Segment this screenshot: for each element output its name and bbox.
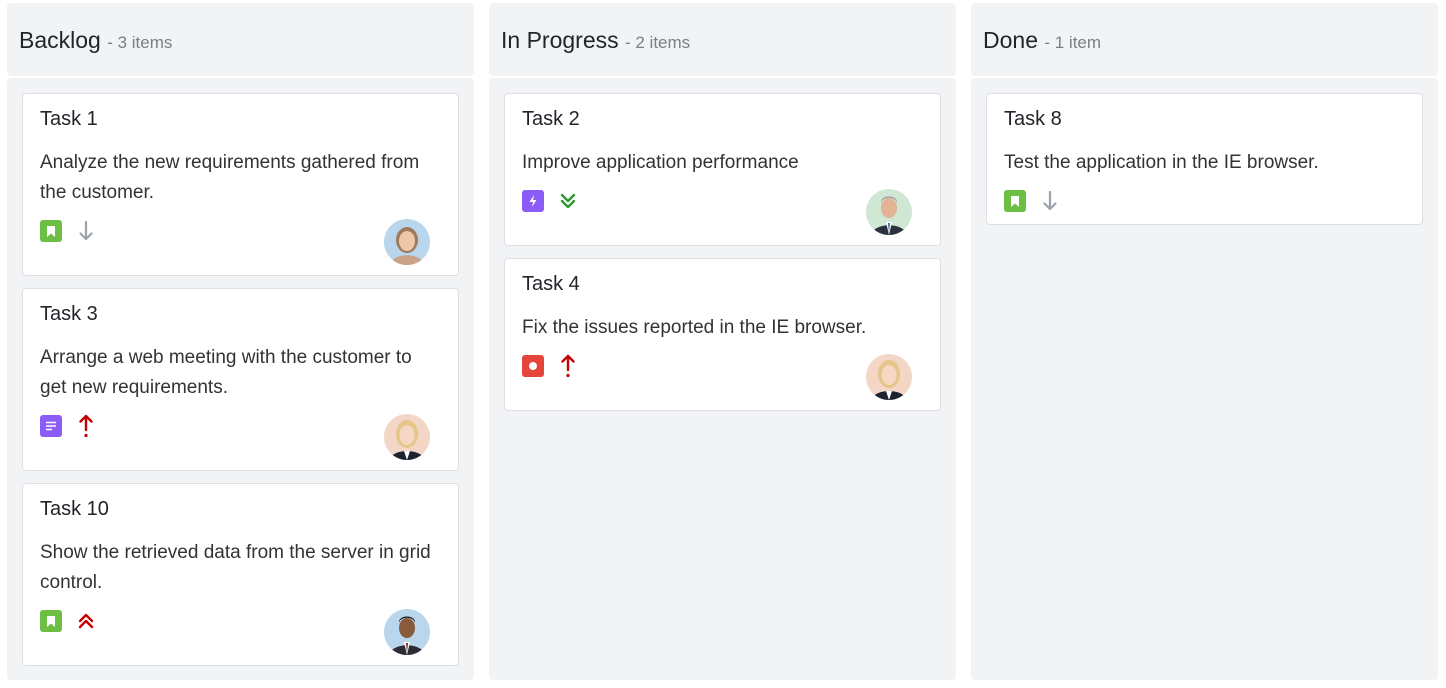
column-header-done[interactable]: Done - 1 item bbox=[971, 3, 1438, 76]
woman-avatar bbox=[384, 219, 430, 265]
older-man-avatar bbox=[866, 189, 912, 235]
story-icon bbox=[40, 220, 62, 242]
card-description: Arrange a web meeting with the customer … bbox=[40, 347, 412, 398]
blonde-woman-avatar bbox=[866, 354, 912, 400]
card-description: Fix the issues reported in the IE browse… bbox=[522, 317, 867, 338]
column-in-progress: Task 2 Improve application performance T… bbox=[489, 78, 956, 680]
card-task-4[interactable]: Task 4 Fix the issues reported in the IE… bbox=[504, 258, 941, 411]
card-description: Test the application in the IE browser. bbox=[1004, 152, 1319, 173]
card-task-10[interactable]: Task 10 Show the retrieved data from the… bbox=[22, 483, 459, 666]
column-header-in-progress[interactable]: In Progress - 2 items bbox=[489, 3, 956, 76]
card-title: Task 2 bbox=[522, 108, 580, 130]
column-item-count: - 1 item bbox=[1044, 33, 1102, 52]
story-icon bbox=[40, 610, 62, 632]
column-backlog: Task 1 Analyze the new requirements gath… bbox=[7, 78, 474, 680]
lowest-priority-chevrons-icon bbox=[558, 189, 578, 213]
bug-icon bbox=[522, 355, 544, 377]
column-header-backlog[interactable]: Backlog - 3 items bbox=[7, 3, 474, 76]
card-title: Task 10 bbox=[40, 498, 109, 520]
card-title: Task 1 bbox=[40, 108, 98, 130]
card-title: Task 3 bbox=[40, 303, 98, 325]
story-icon bbox=[1004, 190, 1026, 212]
card-description: Show the retrieved data from the server … bbox=[40, 542, 431, 593]
column-name: In Progress bbox=[501, 27, 619, 53]
card-task-8[interactable]: Task 8 Test the application in the IE br… bbox=[986, 93, 1423, 225]
critical-priority-chevrons-icon bbox=[76, 609, 96, 633]
card-description: Analyze the new requirements gathered fr… bbox=[40, 152, 420, 203]
task-icon bbox=[40, 415, 62, 437]
blonde-woman-avatar bbox=[384, 414, 430, 460]
man-avatar bbox=[384, 609, 430, 655]
card-title: Task 4 bbox=[522, 273, 580, 295]
column-name: Done bbox=[983, 27, 1038, 53]
card-task-3[interactable]: Task 3 Arrange a web meeting with the cu… bbox=[22, 288, 459, 471]
card-title: Task 8 bbox=[1004, 108, 1062, 130]
column-title: Backlog - 3 items bbox=[19, 27, 172, 54]
column-item-count: - 3 items bbox=[107, 33, 173, 52]
kanban-board: Backlog - 3 items Task 1 Analyze the new… bbox=[0, 0, 1446, 688]
column-done: Task 8 Test the application in the IE br… bbox=[971, 78, 1438, 680]
card-description: Improve application performance bbox=[522, 152, 799, 173]
card-task-1[interactable]: Task 1 Analyze the new requirements gath… bbox=[22, 93, 459, 276]
column-name: Backlog bbox=[19, 27, 101, 53]
column-title: Done - 1 item bbox=[983, 27, 1101, 54]
column-title: In Progress - 2 items bbox=[501, 27, 690, 54]
high-priority-arrow-icon bbox=[558, 354, 578, 378]
low-priority-arrow-icon bbox=[1040, 189, 1060, 213]
low-priority-arrow-icon bbox=[76, 219, 96, 243]
high-priority-arrow-icon bbox=[76, 414, 96, 438]
improvement-icon bbox=[522, 190, 544, 212]
card-task-2[interactable]: Task 2 Improve application performance bbox=[504, 93, 941, 246]
column-item-count: - 2 items bbox=[625, 33, 691, 52]
